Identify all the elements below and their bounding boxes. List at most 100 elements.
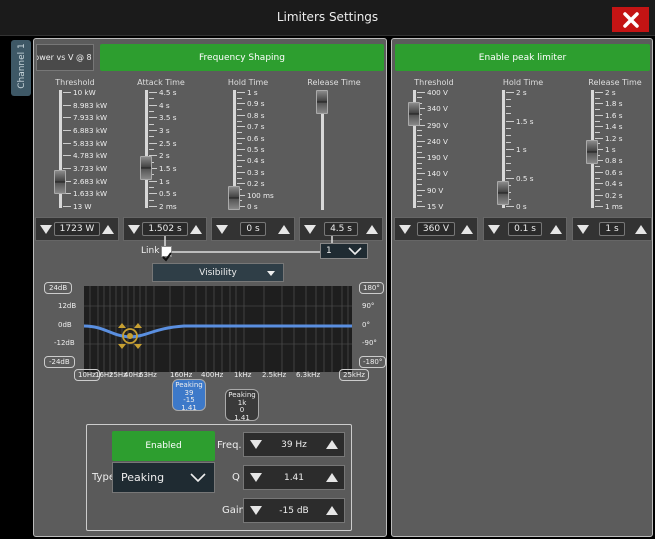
- enabled-button[interactable]: Enabled: [112, 431, 215, 461]
- slider-tick-label: 4.783 kW: [73, 151, 108, 161]
- peak-release-time-slider[interactable]: 2 s 1.8 s 1.6 s 1.4 s 1.2 s 1 s 0.8 s 0.6 s 0.4 …: [586, 88, 651, 212]
- peak-hold-time-value[interactable]: 0.1 s: [508, 222, 542, 236]
- y-label-right: 90°: [362, 302, 375, 310]
- y-label-left: 12dB: [58, 302, 77, 310]
- decrement-icon[interactable]: [40, 224, 52, 234]
- attack-time-slider[interactable]: 4.5 s 4 s 3.5 s 3 s 2.5 s 2 s 1.5 s 1 s 0.5 s 2 m…: [140, 88, 215, 212]
- increment-icon[interactable]: [325, 506, 338, 515]
- slider-thumb[interactable]: [408, 102, 420, 127]
- slider-tick-label: 0.4 s: [247, 156, 265, 166]
- power-mode-button[interactable]: Power vs V @ 8 Ω: [36, 44, 94, 71]
- gain-value[interactable]: -15 dB: [279, 506, 308, 516]
- slider-tick: [237, 109, 242, 111]
- freq-control: 39 Hz: [243, 432, 345, 457]
- slider-tick: [149, 123, 154, 125]
- decrement-icon[interactable]: [399, 224, 411, 234]
- filter-type-select[interactable]: Peaking: [112, 462, 215, 493]
- q-value[interactable]: 1.41: [284, 473, 304, 483]
- caret-down-icon: [267, 271, 275, 276]
- x-label: 6.3kHz: [296, 371, 321, 379]
- increment-icon[interactable]: [326, 440, 338, 449]
- slider-tick: [595, 131, 600, 133]
- threshold-value[interactable]: 1723 W: [53, 222, 101, 236]
- q-control: 1.41: [243, 465, 345, 490]
- slider-thumb[interactable]: [54, 169, 66, 194]
- decrement-icon[interactable]: [128, 224, 140, 234]
- release-time-header: Release Time: [307, 78, 361, 87]
- slider-tick: [417, 189, 425, 191]
- eq-response-graph[interactable]: [83, 286, 352, 372]
- close-button[interactable]: [612, 7, 649, 32]
- increment-icon[interactable]: [278, 224, 290, 234]
- filter-q: 1.41: [234, 413, 250, 422]
- filter-pill-2[interactable]: Peaking 1k 0 1.41: [225, 389, 259, 421]
- slider-thumb[interactable]: [586, 139, 598, 164]
- slider-tick: [595, 194, 603, 196]
- slider-tick-label: 1.2 s: [605, 133, 623, 143]
- slider-track: [145, 90, 148, 208]
- slider-tick: [237, 120, 242, 122]
- frequency-shaping-button[interactable]: Frequency Shaping: [100, 44, 384, 71]
- slider-tick: [149, 206, 157, 207]
- x-label: 25kHz: [339, 369, 369, 381]
- decrement-icon[interactable]: [488, 224, 500, 234]
- slider-tick: [63, 168, 71, 169]
- decrement-icon[interactable]: [577, 224, 589, 234]
- slider-thumb[interactable]: [316, 90, 328, 114]
- slider-tick-label: 1 s: [605, 145, 616, 154]
- peak-threshold-value[interactable]: 360 V: [416, 222, 456, 236]
- link-group-select[interactable]: 1: [320, 243, 368, 259]
- slider-thumb[interactable]: [497, 181, 509, 206]
- slider-tick: [506, 99, 511, 101]
- slider-tick: [417, 140, 425, 142]
- decrement-icon[interactable]: [250, 473, 262, 482]
- peak-hold-time-slider[interactable]: 2 s 1.5 s 1 s 0.5 s 0 s: [497, 88, 572, 212]
- decrement-icon[interactable]: [216, 224, 228, 234]
- attack-time-value[interactable]: 1.502 s: [142, 222, 188, 236]
- slider-tick: [506, 127, 511, 129]
- increment-icon[interactable]: [366, 224, 378, 234]
- link-label: Link: [141, 246, 160, 256]
- freq-value[interactable]: 39 Hz: [281, 440, 307, 450]
- increment-icon[interactable]: [101, 224, 114, 234]
- hold-time-slider[interactable]: 1 s 0.9 s 0.8 s 0.7 s 0.6 s 0.5 s 0.4 s 0.3 s 0.…: [228, 88, 303, 212]
- attack-time-header: Attack Time: [137, 78, 185, 87]
- slider-tick: [595, 200, 600, 202]
- slider-thumb[interactable]: [140, 156, 152, 181]
- visibility-dropdown[interactable]: Visibility: [152, 263, 284, 282]
- hold-time-value[interactable]: 0 s: [240, 222, 266, 236]
- channel-tab[interactable]: Channel 1: [11, 40, 31, 96]
- increment-icon[interactable]: [325, 473, 338, 482]
- slider-tick-label: 90 V: [427, 185, 444, 195]
- slider-tick-label: 0.5 s: [516, 173, 534, 183]
- slider-tick: [595, 171, 603, 173]
- increment-icon[interactable]: [635, 224, 647, 234]
- visibility-label: Visibility: [199, 267, 237, 278]
- increment-icon[interactable]: [460, 224, 473, 234]
- slider-thumb[interactable]: [228, 186, 240, 210]
- slider-tick-label: 0.2 s: [247, 179, 265, 189]
- slider-tick-label: 140 V: [427, 169, 448, 179]
- slider-tick-label: 2.683 kW: [73, 176, 108, 186]
- enable-peak-limiter-button[interactable]: Enable peak limiter: [395, 44, 650, 71]
- slider-tick-label: 0.8 s: [605, 156, 623, 166]
- release-time-value[interactable]: 4.5 s: [324, 222, 358, 236]
- decrement-icon[interactable]: [304, 224, 316, 234]
- slider-tick: [417, 157, 425, 159]
- peak-threshold-slider[interactable]: 400 V 340 V 290 V 240 V 190 V 140 V 90 V 15 V: [408, 88, 483, 212]
- y-label-left: 0dB: [58, 321, 72, 329]
- release-time-slider[interactable]: [316, 90, 330, 212]
- slider-tick: [237, 143, 242, 145]
- filter-pill-1[interactable]: Peaking 39 -15 1.41: [172, 379, 206, 411]
- slider-tick-label: 4 s: [159, 100, 170, 110]
- threshold-slider[interactable]: 10 kW 8.983 kW 7.933 kW 6.883 kW 5.833 kW 4.7…: [54, 88, 134, 212]
- peak-release-time-value[interactable]: 1 s: [599, 222, 625, 236]
- slider-tick: [237, 171, 245, 173]
- slider-tick-label: 0 s: [516, 202, 527, 211]
- decrement-icon[interactable]: [250, 440, 262, 449]
- peak-threshold-header: Threshold: [414, 78, 454, 87]
- increment-icon[interactable]: [550, 224, 562, 234]
- decrement-icon[interactable]: [250, 506, 262, 515]
- link-checkbox[interactable]: [161, 246, 172, 262]
- increment-icon[interactable]: [189, 224, 202, 234]
